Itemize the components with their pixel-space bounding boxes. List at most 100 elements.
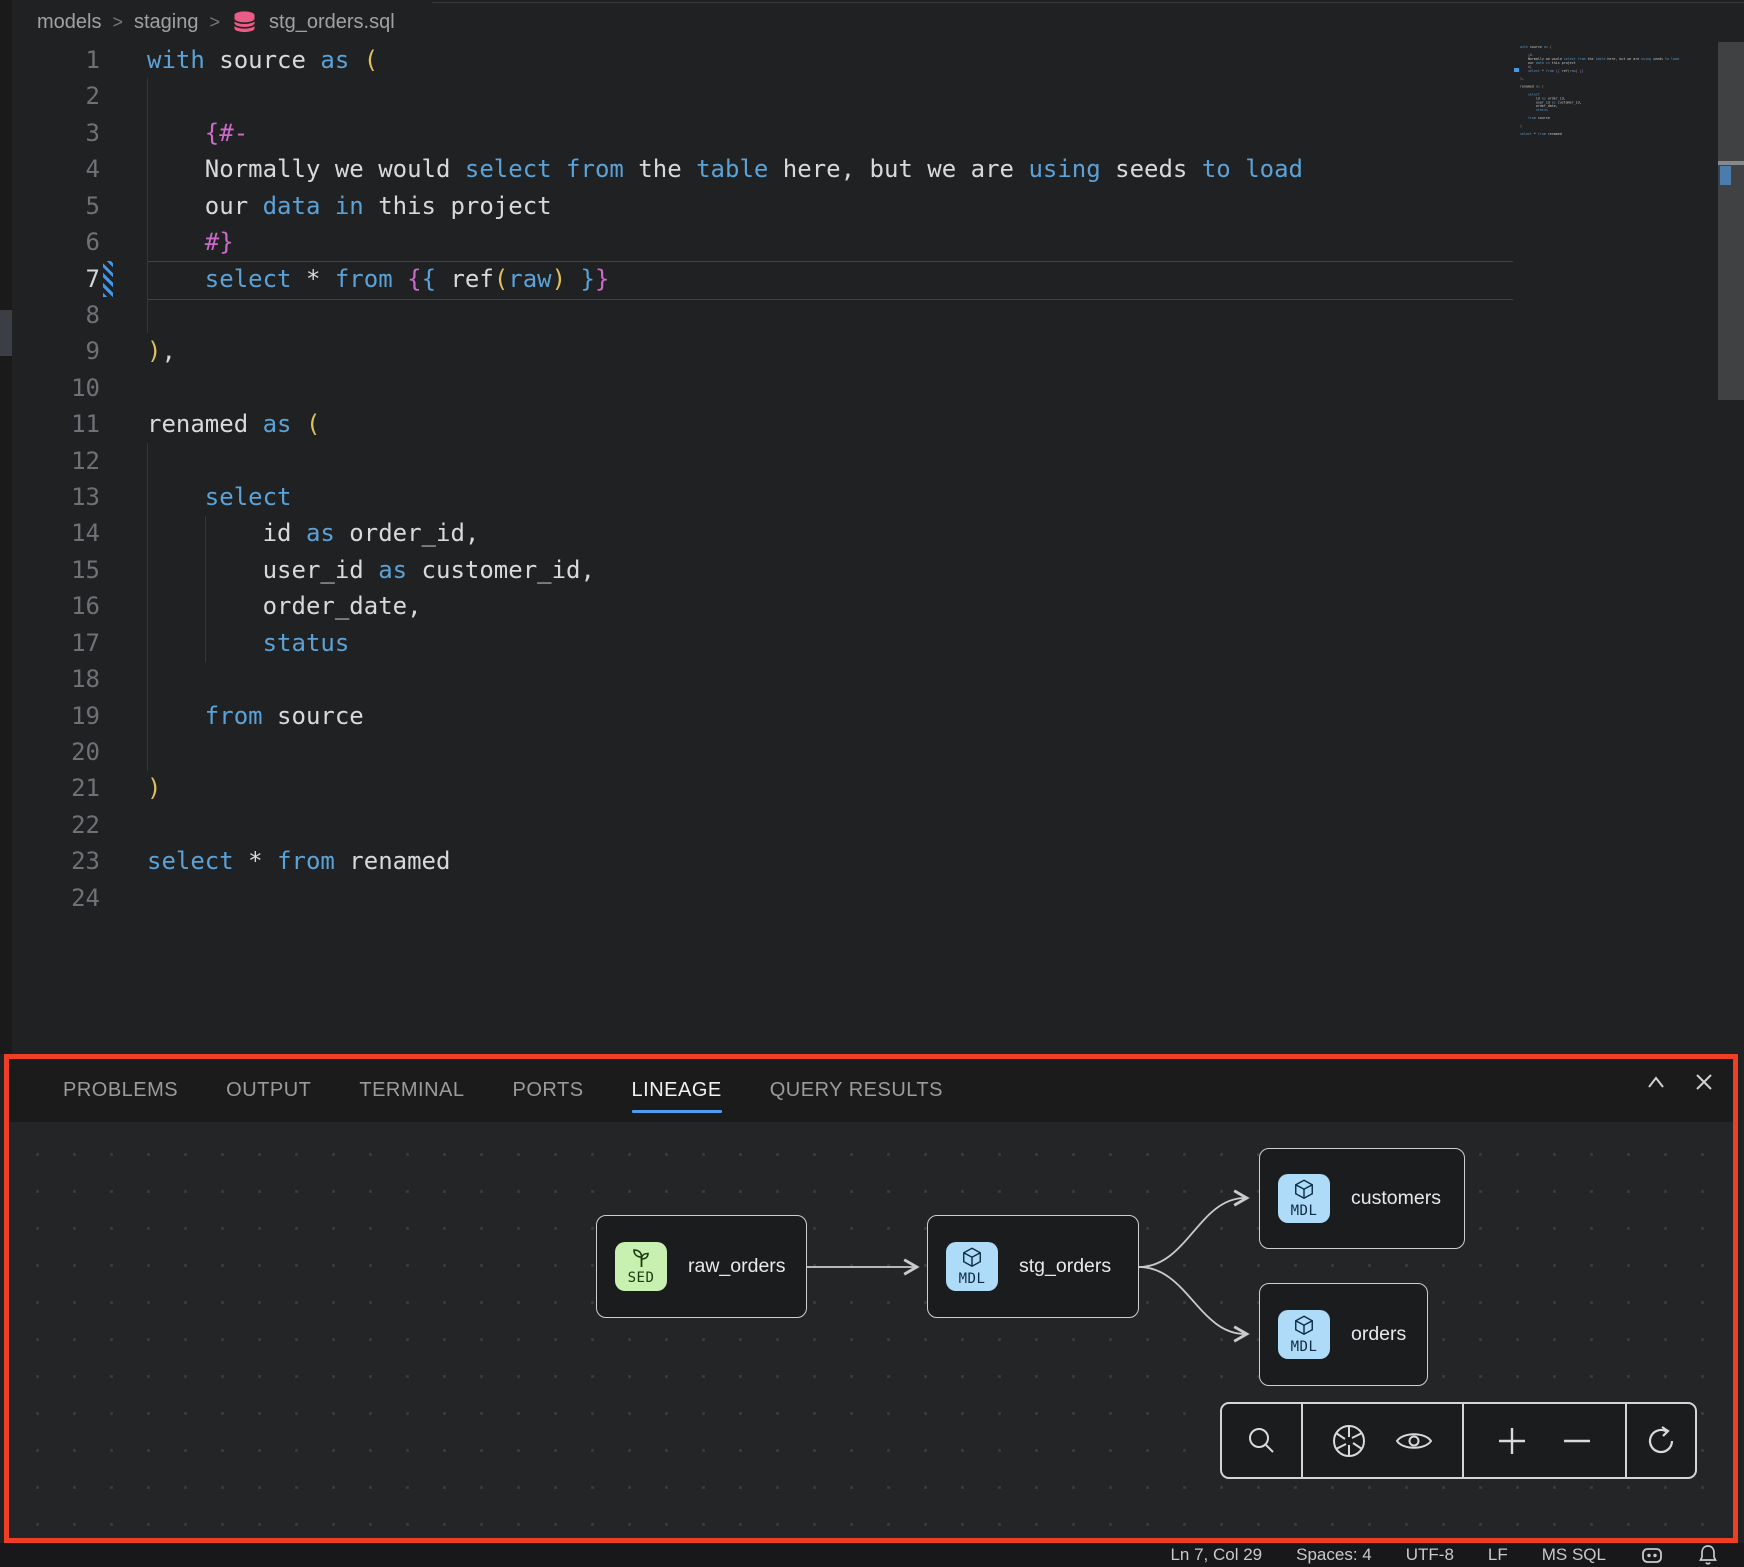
code-line[interactable]: from source bbox=[147, 698, 364, 734]
code-line[interactable]: id as order_id, bbox=[147, 515, 479, 551]
model-badge: MDL bbox=[946, 1242, 998, 1291]
line-number[interactable]: 16 bbox=[12, 588, 100, 624]
breadcrumb-item-models[interactable]: models bbox=[37, 11, 101, 34]
lineage-node-orders[interactable]: MDL orders bbox=[1259, 1283, 1428, 1386]
line-number[interactable]: 8 bbox=[12, 297, 100, 333]
tab-lineage[interactable]: LINEAGE bbox=[632, 1059, 722, 1122]
line-number[interactable]: 12 bbox=[12, 443, 100, 479]
code-line[interactable]: select * from renamed bbox=[147, 843, 450, 879]
bell-icon[interactable] bbox=[1698, 1544, 1718, 1566]
node-label: orders bbox=[1351, 1323, 1406, 1346]
breadcrumb-file[interactable]: stg_orders.sql bbox=[269, 11, 395, 34]
line-number[interactable]: 6 bbox=[12, 224, 100, 260]
status-cursor-position[interactable]: Ln 7, Col 29 bbox=[1170, 1545, 1262, 1565]
code-line[interactable]: ), bbox=[147, 333, 176, 369]
code-line[interactable]: renamed as ( bbox=[147, 406, 320, 442]
tab-problems[interactable]: PROBLEMS bbox=[63, 1059, 178, 1122]
tab-ports[interactable]: PORTS bbox=[513, 1059, 584, 1122]
model-cube-icon bbox=[960, 1246, 984, 1270]
strip-scrollbar-thumb[interactable] bbox=[0, 310, 12, 356]
line-number[interactable]: 13 bbox=[12, 479, 100, 515]
model-badge: MDL bbox=[1278, 1310, 1330, 1359]
lineage-node-stg_orders[interactable]: MDL stg_orders bbox=[927, 1215, 1139, 1318]
line-number[interactable]: 23 bbox=[12, 843, 100, 879]
code-line[interactable]: select bbox=[147, 479, 292, 515]
zoom-out-icon[interactable] bbox=[1561, 1425, 1593, 1457]
panel-actions bbox=[1644, 1072, 1714, 1092]
database-file-icon bbox=[231, 10, 258, 34]
collapse-chevron-icon[interactable] bbox=[1644, 1074, 1668, 1090]
code-line[interactable]: Normally we would select from the table … bbox=[147, 151, 1303, 187]
code-line[interactable]: order_date, bbox=[147, 588, 422, 624]
node-label: stg_orders bbox=[1019, 1255, 1111, 1278]
minimap[interactable]: with source as ( {#- Normally we would s… bbox=[1514, 45, 1714, 155]
aperture-icon[interactable] bbox=[1332, 1424, 1366, 1458]
code-line[interactable]: ) bbox=[147, 770, 161, 806]
line-number[interactable]: 15 bbox=[12, 552, 100, 588]
line-number[interactable]: 19 bbox=[12, 698, 100, 734]
tab-output[interactable]: OUTPUT bbox=[226, 1059, 311, 1122]
line-number[interactable]: 9 bbox=[12, 333, 100, 369]
status-eol[interactable]: LF bbox=[1488, 1545, 1508, 1565]
lineage-toolbar bbox=[1220, 1402, 1697, 1479]
node-label: raw_orders bbox=[688, 1255, 786, 1278]
model-badge: MDL bbox=[1278, 1174, 1330, 1223]
line-number[interactable]: 11 bbox=[12, 406, 100, 442]
modified-line-marker bbox=[103, 261, 113, 297]
line-number[interactable]: 17 bbox=[12, 625, 100, 661]
line-number[interactable]: 3 bbox=[12, 115, 100, 151]
code-editor[interactable]: models>staging>stg_orders.sql 1234567891… bbox=[12, 0, 1744, 1054]
line-number[interactable]: 1 bbox=[12, 42, 100, 78]
line-number[interactable]: 2 bbox=[12, 78, 100, 114]
lineage-node-customers[interactable]: MDLcustomers bbox=[1259, 1148, 1465, 1249]
status-indentation[interactable]: Spaces: 4 bbox=[1296, 1545, 1372, 1565]
badge-label: MDL bbox=[959, 1271, 986, 1287]
overview-modified-decoration bbox=[1720, 166, 1731, 185]
tab-terminal[interactable]: TERMINAL bbox=[359, 1059, 464, 1122]
overview-ruler-scrollbar[interactable] bbox=[1718, 42, 1744, 400]
minimap-modified-marker bbox=[1514, 68, 1519, 72]
close-icon[interactable] bbox=[1694, 1072, 1714, 1092]
zoom-in-icon[interactable] bbox=[1496, 1425, 1528, 1457]
editor-top-border bbox=[432, 2, 1744, 3]
status-encoding[interactable]: UTF-8 bbox=[1406, 1545, 1454, 1565]
activity-strip bbox=[0, 0, 12, 1054]
breadcrumb-item-staging[interactable]: staging bbox=[134, 11, 199, 34]
line-number[interactable]: 14 bbox=[12, 515, 100, 551]
code-line[interactable]: our data in this project bbox=[147, 188, 552, 224]
line-number[interactable]: 7 bbox=[12, 261, 100, 297]
seed-badge: SED bbox=[615, 1242, 667, 1291]
code-line[interactable]: {#- bbox=[147, 115, 248, 151]
line-number[interactable]: 24 bbox=[12, 880, 100, 916]
line-number[interactable]: 22 bbox=[12, 807, 100, 843]
status-language-mode[interactable]: MS SQL bbox=[1542, 1545, 1606, 1565]
tab-query-results[interactable]: QUERY RESULTS bbox=[770, 1059, 943, 1122]
badge-label: MDL bbox=[1291, 1203, 1318, 1219]
overview-slider-edge bbox=[1718, 161, 1744, 165]
refresh-icon[interactable] bbox=[1644, 1424, 1678, 1458]
lineage-graph-canvas[interactable]: SEDraw_ordersMDLstg_ordersMDLcustomersMD… bbox=[9, 1122, 1735, 1538]
breadcrumb: models>staging>stg_orders.sql bbox=[37, 8, 395, 36]
copilot-icon[interactable] bbox=[1640, 1545, 1664, 1565]
badge-label: SED bbox=[628, 1270, 655, 1286]
status-bar: Ln 7, Col 29 Spaces: 4 UTF-8 LF MS SQL bbox=[0, 1543, 1744, 1567]
panel-tab-bar: PROBLEMS OUTPUT TERMINAL PORTS LINEAGE QUERY … bbox=[9, 1059, 1733, 1122]
search-icon[interactable] bbox=[1246, 1425, 1278, 1457]
eye-icon[interactable] bbox=[1395, 1428, 1433, 1454]
line-number[interactable]: 21 bbox=[12, 770, 100, 806]
model-cube-icon bbox=[1292, 1178, 1316, 1202]
vscode-window: models>staging>stg_orders.sql 1234567891… bbox=[0, 0, 1744, 1567]
seed-icon bbox=[631, 1248, 652, 1269]
code-line[interactable]: with source as ( bbox=[147, 42, 378, 78]
model-cube-icon bbox=[1292, 1314, 1316, 1338]
line-number[interactable]: 4 bbox=[12, 151, 100, 187]
lineage-node-raw_orders[interactable]: SED raw_orders bbox=[596, 1215, 807, 1318]
line-number[interactable]: 5 bbox=[12, 188, 100, 224]
code-line[interactable]: select * from {{ ref(raw) }} bbox=[147, 261, 609, 297]
code-line[interactable]: #} bbox=[147, 224, 234, 260]
code-line[interactable]: status bbox=[147, 625, 349, 661]
line-number[interactable]: 20 bbox=[12, 734, 100, 770]
line-number[interactable]: 10 bbox=[12, 370, 100, 406]
code-line[interactable]: user_id as customer_id, bbox=[147, 552, 595, 588]
line-number[interactable]: 18 bbox=[12, 661, 100, 697]
